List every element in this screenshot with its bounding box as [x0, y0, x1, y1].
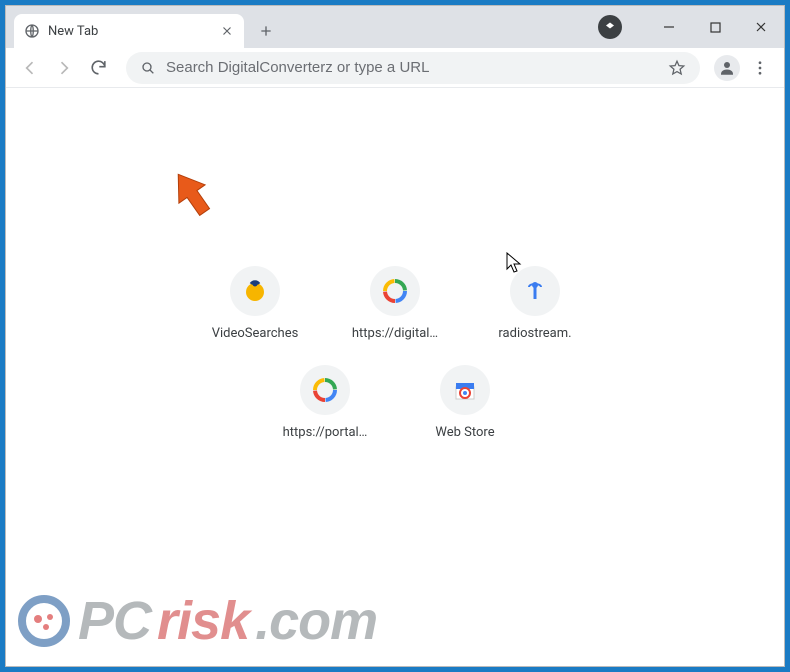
- annotation-arrow-icon: [162, 164, 222, 224]
- shortcut-icon: [370, 266, 420, 316]
- new-tab-page: VideoSearches https://digital… radiostre…: [6, 88, 784, 666]
- back-button[interactable]: [14, 52, 46, 84]
- minimize-button[interactable]: [646, 6, 692, 48]
- shortcuts: VideoSearches https://digital… radiostre…: [199, 266, 591, 440]
- reload-button[interactable]: [82, 52, 114, 84]
- close-window-button[interactable]: [738, 6, 784, 48]
- toolbar: [6, 48, 784, 88]
- shortcut-webstore[interactable]: Web Store: [409, 365, 521, 440]
- forward-button[interactable]: [48, 52, 80, 84]
- shortcut-radiostream[interactable]: radiostream.: [479, 266, 591, 341]
- address-bar[interactable]: [126, 52, 700, 84]
- shortcut-label: https://portal…: [283, 425, 368, 440]
- watermark: PCrisk.com: [16, 590, 377, 652]
- shortcut-label: https://digital…: [352, 326, 438, 341]
- shortcut-videosearches[interactable]: VideoSearches: [199, 266, 311, 341]
- tab-strip: New Tab: [6, 6, 784, 48]
- browser-window: New Tab: [5, 5, 785, 667]
- globe-icon: [24, 23, 40, 39]
- shortcut-label: radiostream.: [498, 326, 571, 341]
- shortcut-label: VideoSearches: [212, 326, 299, 341]
- maximize-button[interactable]: [692, 6, 738, 48]
- address-input[interactable]: [166, 59, 658, 76]
- shortcut-digital[interactable]: https://digital…: [339, 266, 451, 341]
- watermark-text-pre: PC: [78, 590, 151, 652]
- shortcuts-row: VideoSearches https://digital… radiostre…: [199, 266, 591, 341]
- search-icon: [140, 60, 156, 76]
- tab-new-tab[interactable]: New Tab: [14, 14, 244, 48]
- extension-icon[interactable]: [598, 15, 622, 39]
- shortcuts-row: https://portal… Web Store: [269, 365, 521, 440]
- tab-title: New Tab: [48, 24, 212, 39]
- bookmark-icon[interactable]: [668, 59, 686, 77]
- mouse-cursor-icon: [506, 252, 522, 274]
- shortcut-label: Web Store: [435, 425, 494, 440]
- profile-button[interactable]: [714, 55, 740, 81]
- watermark-logo-icon: [16, 593, 72, 649]
- shortcut-icon: [300, 365, 350, 415]
- close-tab-icon[interactable]: [220, 24, 234, 38]
- shortcut-icon: [440, 365, 490, 415]
- watermark-text-suffix: .com: [255, 590, 377, 652]
- shortcut-portal[interactable]: https://portal…: [269, 365, 381, 440]
- menu-button[interactable]: [744, 52, 776, 84]
- window-controls: [598, 6, 784, 48]
- watermark-text-accent: risk: [157, 590, 249, 652]
- new-tab-button[interactable]: [252, 17, 280, 45]
- shortcut-icon: [230, 266, 280, 316]
